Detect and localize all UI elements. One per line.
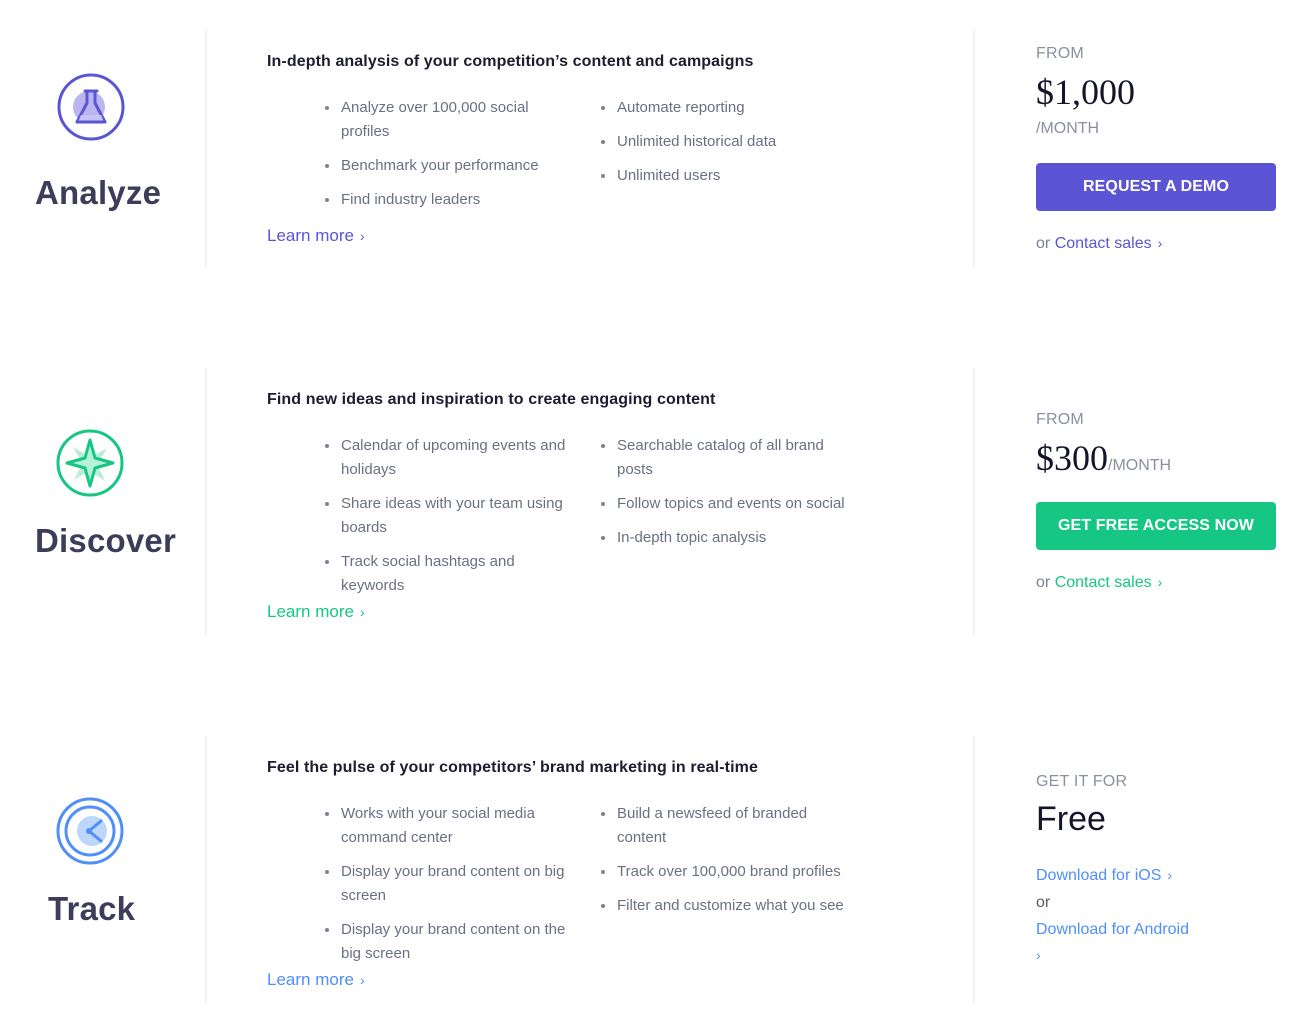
price-period: /MONTH	[1108, 457, 1172, 474]
price-amount: $300	[1036, 438, 1108, 478]
product-identity: Discover	[0, 368, 206, 636]
product-title: Track	[48, 890, 136, 927]
product-identity: Analyze	[0, 30, 206, 268]
feature-item: Filter and customize what you see	[599, 894, 849, 918]
divider	[205, 30, 207, 268]
price-prefix: FROM	[1036, 411, 1084, 428]
divider	[973, 30, 975, 268]
divider	[205, 736, 207, 1004]
feature-item: Unlimited users	[599, 164, 849, 188]
feature-item: Works with your social media command cen…	[323, 802, 573, 850]
divider	[205, 368, 207, 636]
compass-star-icon	[55, 428, 125, 498]
contact-sales-row: or Contact sales ›	[1036, 235, 1162, 253]
flask-icon	[56, 72, 126, 142]
price-amount-row: $300/MONTH	[1036, 437, 1171, 479]
feature-item: Follow topics and events on social	[599, 492, 849, 516]
feature-item: Analyze over 100,000 social profiles	[323, 96, 573, 144]
product-track: Track Feel the pulse of your competitors…	[0, 736, 1297, 1004]
chevron-right-icon: ›	[359, 228, 365, 244]
product-headline: Find new ideas and inspiration to create…	[267, 391, 716, 408]
product-title: Discover	[35, 522, 177, 559]
feature-item: Build a newsfeed of branded content	[599, 802, 849, 850]
learn-more-label: Learn more	[267, 970, 354, 989]
clock-radar-icon	[55, 796, 125, 866]
chevron-right-icon: ›	[1167, 867, 1173, 883]
contact-sales-label: Contact sales	[1054, 574, 1152, 591]
learn-more-label: Learn more	[267, 226, 354, 245]
product-identity: Track	[0, 736, 206, 1004]
product-discover: Discover Find new ideas and inspiration …	[0, 368, 1297, 636]
contact-sales-label: Contact sales	[1054, 235, 1152, 252]
contact-sales-link[interactable]: Contact sales ›	[1055, 235, 1163, 252]
chevron-right-icon: ›	[359, 604, 365, 620]
download-ios-link[interactable]: Download for iOS ›	[1036, 867, 1172, 885]
feature-item: Display your brand content on big screen	[323, 860, 573, 908]
feature-item: Track over 100,000 brand profiles	[599, 860, 849, 884]
feature-column-2: Automate reporting Unlimited historical …	[599, 96, 849, 198]
download-android-label: Download for Android	[1036, 921, 1189, 938]
feature-item: Searchable catalog of all brand posts	[599, 434, 849, 482]
or-label: or	[1036, 574, 1051, 591]
get-free-access-button[interactable]: GET FREE ACCESS NOW	[1036, 502, 1276, 550]
feature-item: Find industry leaders	[323, 188, 573, 212]
product-title: Analyze	[35, 174, 162, 211]
download-android-link[interactable]: Download for Android	[1036, 921, 1189, 939]
feature-item: Unlimited historical data	[599, 130, 849, 154]
contact-sales-link[interactable]: Contact sales ›	[1055, 574, 1163, 591]
or-label: or	[1036, 894, 1051, 911]
feature-column-2: Build a newsfeed of branded content Trac…	[599, 802, 849, 928]
chevron-right-icon[interactable]: ›	[1036, 947, 1041, 963]
feature-item: Calendar of upcoming events and holidays	[323, 434, 573, 482]
product-headline: Feel the pulse of your competitors’ bran…	[267, 759, 758, 776]
feature-column-1: Works with your social media command cen…	[323, 802, 573, 976]
download-ios-label: Download for iOS	[1036, 867, 1162, 884]
feature-item: Automate reporting	[599, 96, 849, 120]
price-amount: Free	[1036, 800, 1106, 838]
feature-item: Benchmark your performance	[323, 154, 573, 178]
price-amount: $1,000	[1036, 72, 1135, 112]
chevron-right-icon: ›	[359, 972, 365, 988]
price-period: /MONTH	[1036, 120, 1100, 137]
chevron-right-icon: ›	[1157, 574, 1163, 590]
request-demo-button[interactable]: REQUEST A DEMO	[1036, 163, 1276, 211]
feature-item: Display your brand content on the big sc…	[323, 918, 573, 966]
price-prefix: GET IT FOR	[1036, 773, 1128, 790]
contact-sales-row: or Contact sales ›	[1036, 574, 1162, 592]
feature-item: Track social hashtags and keywords	[323, 550, 573, 598]
divider	[973, 368, 975, 636]
learn-more-link[interactable]: Learn more ›	[267, 226, 365, 246]
feature-column-1: Analyze over 100,000 social profiles Ben…	[323, 96, 573, 222]
chevron-right-icon: ›	[1157, 235, 1163, 251]
feature-column-2: Searchable catalog of all brand posts Fo…	[599, 434, 849, 560]
feature-item: In-depth topic analysis	[599, 526, 849, 550]
feature-column-1: Calendar of upcoming events and holidays…	[323, 434, 573, 608]
learn-more-link[interactable]: Learn more ›	[267, 602, 365, 622]
feature-item: Share ideas with your team using boards	[323, 492, 573, 540]
or-label: or	[1036, 235, 1051, 252]
price-prefix: FROM	[1036, 45, 1084, 62]
learn-more-link[interactable]: Learn more ›	[267, 970, 365, 990]
divider	[973, 736, 975, 1004]
learn-more-label: Learn more	[267, 602, 354, 621]
product-headline: In-depth analysis of your competition’s …	[267, 53, 754, 70]
product-analyze: Analyze In-depth analysis of your compet…	[0, 30, 1297, 268]
